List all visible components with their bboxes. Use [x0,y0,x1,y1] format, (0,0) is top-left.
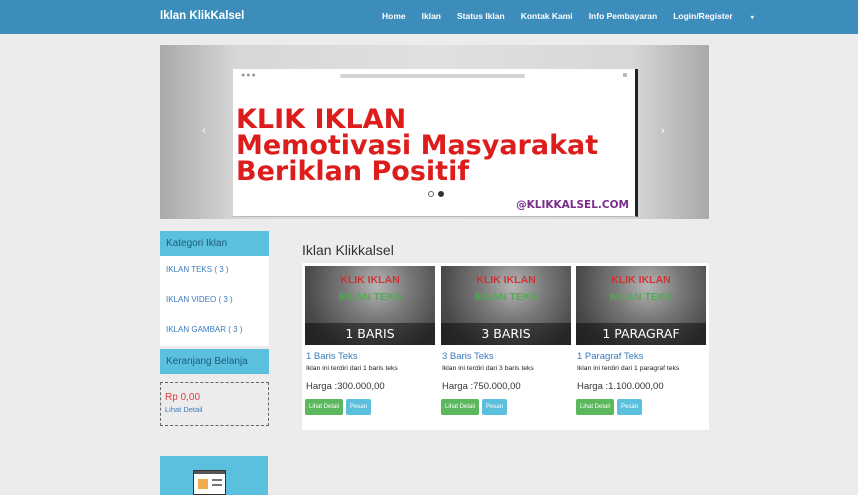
top-navbar: Iklan KlikKalsel Home Iklan Status Iklan… [0,0,858,34]
product-title-link[interactable]: 1 Baris Teks [306,351,435,362]
nav-status-iklan[interactable]: Status Iklan [457,11,505,21]
product-card: KLIK IKLAN IKLAN TEKS 1 BARIS 1 Baris Te… [305,266,435,415]
view-detail-button[interactable]: Lihat Detail [305,399,344,415]
slide-line-2: Memotivasi Masyarakat [236,129,599,161]
category-item-teks[interactable]: IKLAN TEKS ( 3 ) [160,256,269,286]
main-nav: Home Iklan Status Iklan Kontak Kami Info… [382,11,786,21]
product-card: KLIK IKLAN IKLAN TEKS 1 PARAGRAF 1 Parag… [576,266,706,415]
cart-amount: Rp 0,00 [165,392,201,403]
product-actions: Lihat Detail Pesan [441,399,571,415]
nav-kontak-kami[interactable]: Kontak Kami [521,11,573,21]
slide-headline: KLIK IKLAN Memotivasi Masyarakat Berikla… [236,106,599,187]
banner-carousel: ‹ › ●●● KLIK IKLAN Memotivasi Masyarakat… [160,45,709,219]
product-image-subheading: IKLAN TEKS [338,291,402,303]
carousel-indicators [428,191,444,197]
categories-panel-title: Kategori Iklan [160,231,269,256]
promo-box [160,456,268,495]
product-image[interactable]: KLIK IKLAN IKLAN TEKS 1 BARIS [305,266,435,345]
view-detail-button[interactable]: Lihat Detail [441,399,480,415]
cart-panel-title: Keranjang Belanja [160,349,269,374]
product-image-subheading: IKLAN TEKS [474,291,538,303]
view-detail-button[interactable]: Lihat Detail [576,399,615,415]
product-image-heading: KLIK IKLAN [476,274,536,286]
web-page-icon [193,470,226,495]
slide-handle-text: @KLIKKALSEL.COM [516,199,629,211]
slide-line-3: Beriklan Positif [236,155,470,187]
product-image-caption: 1 PARAGRAF [576,323,706,345]
category-item-gambar[interactable]: IKLAN GAMBAR ( 3 ) [160,316,269,346]
product-description: Iklan ini terdiri dari 1 baris teks [306,365,398,372]
window-address-bar [340,74,525,78]
product-title-link[interactable]: 1 Paragraf Teks [577,351,706,362]
product-image[interactable]: KLIK IKLAN IKLAN TEKS 1 PARAGRAF [576,266,706,345]
cart-detail-link[interactable]: Lihat Detail [165,405,264,414]
cart-box: Rp 0,00 Lihat Detail [160,382,269,426]
caret-down-icon: ▾ [750,15,754,21]
product-list: KLIK IKLAN IKLAN TEKS 1 BARIS 1 Baris Te… [302,263,709,430]
carousel-next-button[interactable]: › [661,125,665,137]
window-control-icon [623,73,627,77]
product-image-caption: 3 BARIS [441,323,571,345]
product-image-heading: KLIK IKLAN [611,274,671,286]
page-title: Iklan Klikkalsel [302,242,394,258]
order-button[interactable]: Pesan [346,399,372,415]
nav-iklan[interactable]: Iklan [422,11,441,21]
category-item-video[interactable]: IKLAN VIDEO ( 3 ) [160,286,269,316]
product-card: KLIK IKLAN IKLAN TEKS 3 BARIS 3 Baris Te… [441,266,571,415]
product-actions: Lihat Detail Pesan [305,399,435,415]
brand-link[interactable]: Iklan KlikKalsel [160,10,244,22]
categories-list: IKLAN TEKS ( 3 ) IKLAN VIDEO ( 3 ) IKLAN… [160,256,269,346]
product-image-heading: KLIK IKLAN [340,274,400,286]
carousel-prev-button[interactable]: ‹ [202,125,206,137]
product-price: Harga :300.000,00 [306,381,385,392]
carousel-indicator-active[interactable] [438,191,444,197]
nav-info-pembayaran[interactable]: Info Pembayaran [589,11,658,21]
product-image[interactable]: KLIK IKLAN IKLAN TEKS 3 BARIS [441,266,571,345]
carousel-indicator[interactable] [428,191,434,197]
product-image-caption: 1 BARIS [305,323,435,345]
nav-home[interactable]: Home [382,11,406,21]
product-price: Harga :750.000,00 [442,381,521,392]
product-image-subheading: IKLAN TEKS [609,291,673,303]
window-dots-icon: ●●● [241,72,257,79]
product-description: Iklan ini terdiri dari 1 paragraf teks [577,365,680,372]
product-price: Harga :1.100.000,00 [577,381,664,392]
order-button[interactable]: Pesan [482,399,508,415]
product-title-link[interactable]: 3 Baris Teks [442,351,571,362]
nav-login-register-label: Login/Register [673,11,733,21]
product-description: Iklan ini terdiri dari 3 baris teks [442,365,534,372]
order-button[interactable]: Pesan [617,399,643,415]
product-actions: Lihat Detail Pesan [576,399,706,415]
nav-login-register[interactable]: Login/Register ▾ [673,11,770,21]
